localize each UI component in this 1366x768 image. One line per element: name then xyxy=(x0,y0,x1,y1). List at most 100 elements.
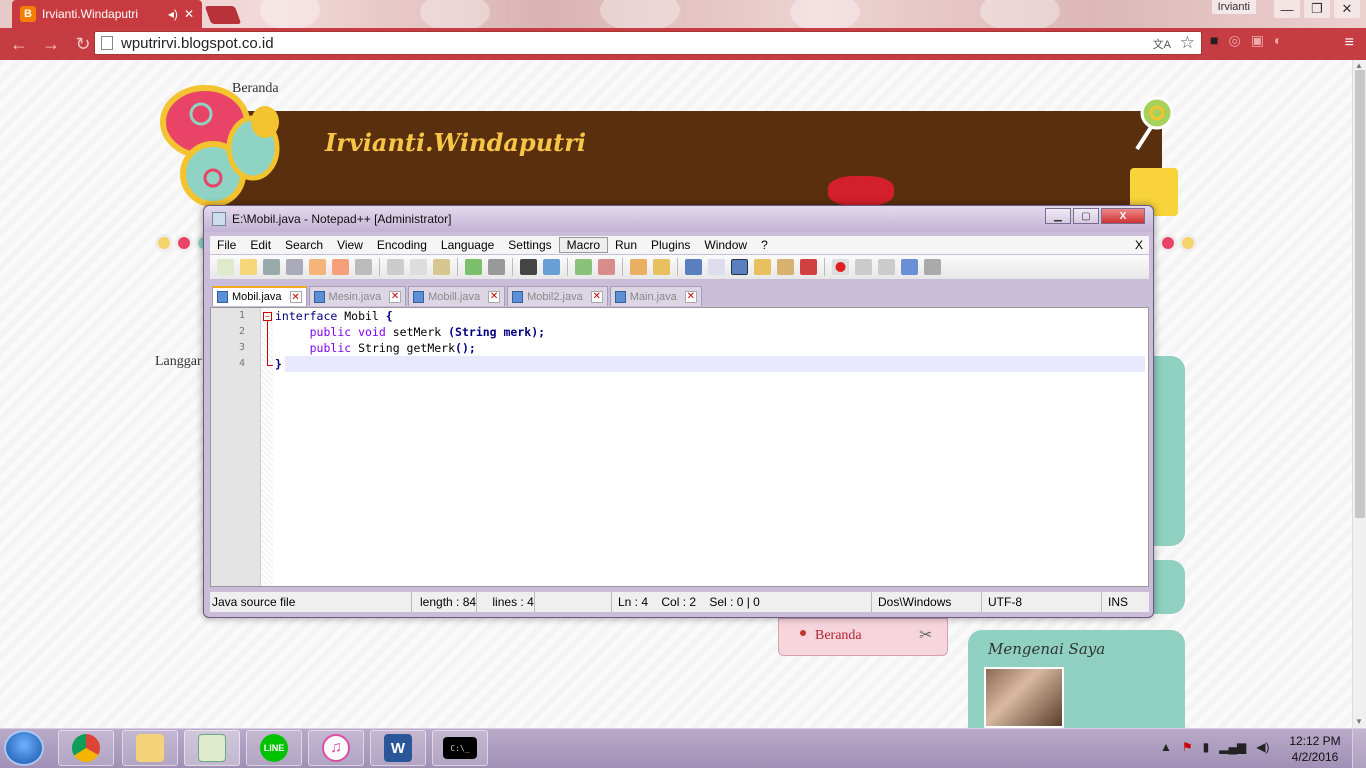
scroll-up-icon[interactable]: ▲ xyxy=(1355,61,1363,70)
taskbar-notepadpp[interactable] xyxy=(184,730,240,766)
scrollbar-thumb[interactable] xyxy=(1355,70,1365,518)
tab-mesin-java[interactable]: Mesin.java ✕ xyxy=(308,286,407,306)
start-button[interactable] xyxy=(4,730,44,766)
copy-icon[interactable] xyxy=(410,259,427,275)
pages-link-home[interactable]: Beranda xyxy=(815,628,862,644)
save-all-icon[interactable] xyxy=(286,259,303,275)
zoom-in-icon[interactable] xyxy=(575,259,592,275)
taskbar-line[interactable]: LINE xyxy=(246,730,302,766)
maximize-button[interactable]: ❐ xyxy=(1304,0,1330,18)
menu-search[interactable]: Search xyxy=(278,238,330,252)
profile-photo[interactable] xyxy=(984,667,1064,728)
show-all-chars-icon[interactable] xyxy=(708,259,725,275)
translate-icon[interactable]: 文A xyxy=(1153,36,1171,52)
indent-guide-icon[interactable] xyxy=(731,259,748,275)
tab-close-icon[interactable]: ✕ xyxy=(590,290,603,303)
open-file-icon[interactable] xyxy=(240,259,257,275)
battery-icon[interactable]: ▮ xyxy=(1203,740,1210,754)
find-icon[interactable] xyxy=(520,259,537,275)
paste-icon[interactable] xyxy=(433,259,450,275)
macro-stop-icon[interactable] xyxy=(855,259,872,275)
save-icon[interactable] xyxy=(263,259,280,275)
undo-icon[interactable] xyxy=(465,259,482,275)
npp-close-button[interactable]: X xyxy=(1101,208,1145,224)
forward-icon[interactable]: → xyxy=(38,34,64,55)
function-list-icon[interactable] xyxy=(777,259,794,275)
zoom-out-icon[interactable] xyxy=(598,259,615,275)
macro-record-icon[interactable] xyxy=(832,259,849,275)
npp-maximize-button[interactable]: ▢ xyxy=(1073,208,1099,224)
action-center-icon[interactable]: ⚑ xyxy=(1182,740,1193,754)
show-desktop-button[interactable] xyxy=(1352,729,1366,768)
chrome-menu-icon[interactable]: ≡ xyxy=(1345,34,1354,52)
extension-icon[interactable]: ◎ xyxy=(1228,32,1240,49)
sync-vertical-icon[interactable] xyxy=(630,259,647,275)
tab-main-java[interactable]: Main.java ✕ xyxy=(609,286,702,306)
blog-title[interactable]: Irvianti.Windaputri xyxy=(325,128,586,157)
word-wrap-icon[interactable] xyxy=(685,259,702,275)
close-button[interactable]: ✕ xyxy=(1334,0,1360,18)
fold-toggle-icon[interactable]: − xyxy=(263,312,272,321)
volume-icon[interactable]: ◀) xyxy=(1256,740,1269,754)
macro-save-icon[interactable] xyxy=(924,259,941,275)
tab-close-icon[interactable]: ✕ xyxy=(389,290,402,303)
scroll-down-icon[interactable]: ▼ xyxy=(1355,717,1363,726)
doc-map-icon[interactable] xyxy=(754,259,771,275)
extension-icon[interactable]: ◐ xyxy=(1274,32,1282,49)
folder-workspace-icon[interactable] xyxy=(800,259,817,275)
menu-encoding[interactable]: Encoding xyxy=(370,238,434,252)
new-tab-button[interactable] xyxy=(204,6,242,24)
taskbar-chrome[interactable] xyxy=(58,730,114,766)
close-document-button[interactable]: X xyxy=(1128,238,1149,252)
network-icon[interactable]: ▂▄▆ xyxy=(1219,740,1246,754)
menu-run[interactable]: Run xyxy=(608,238,644,252)
menu-window[interactable]: Window xyxy=(697,238,754,252)
tab-mobill-java[interactable]: Mobill.java ✕ xyxy=(408,286,506,306)
tab-mobil2-java[interactable]: Mobil2.java ✕ xyxy=(507,286,608,306)
menu-help[interactable]: ? xyxy=(754,238,775,252)
taskbar-explorer[interactable] xyxy=(122,730,178,766)
code-editor[interactable]: 1 2 3 4 − interface Mobil { public void … xyxy=(210,307,1149,587)
menu-language[interactable]: Language xyxy=(434,238,501,252)
profile-button[interactable]: Irvianti xyxy=(1211,0,1256,14)
clock[interactable]: 12:12 PM 4/2/2016 xyxy=(1282,733,1348,765)
page-scrollbar[interactable]: ▲ ▼ xyxy=(1352,60,1366,728)
menu-view[interactable]: View xyxy=(330,238,370,252)
close-file-icon[interactable] xyxy=(309,259,326,275)
bookmark-star-icon[interactable]: ☆ xyxy=(1180,33,1195,53)
menu-macro[interactable]: Macro xyxy=(558,237,608,253)
menu-plugins[interactable]: Plugins xyxy=(644,238,697,252)
redo-icon[interactable] xyxy=(488,259,505,275)
close-all-icon[interactable] xyxy=(332,259,349,275)
show-hidden-icons[interactable]: ▲ xyxy=(1160,740,1172,754)
taskbar-cmd[interactable]: C:\_ xyxy=(432,730,488,766)
extension-icon[interactable]: ▣ xyxy=(1251,32,1264,49)
tab-close-icon[interactable]: ✕ xyxy=(184,7,194,21)
macro-play-icon[interactable] xyxy=(878,259,895,275)
nav-link-home[interactable]: Beranda xyxy=(232,81,279,97)
edit-tool-icon[interactable]: ✂ xyxy=(919,625,932,645)
tab-close-icon[interactable]: ✕ xyxy=(684,290,697,303)
taskbar-itunes[interactable]: ♫ xyxy=(308,730,364,766)
extension-icon[interactable]: ■ xyxy=(1210,32,1218,49)
npp-titlebar[interactable]: E:\Mobil.java - Notepad++ [Administrator… xyxy=(204,206,1153,232)
sync-horizontal-icon[interactable] xyxy=(653,259,670,275)
tab-mobil-java[interactable]: Mobil.java ✕ xyxy=(212,286,307,306)
menu-edit[interactable]: Edit xyxy=(243,238,278,252)
print-icon[interactable] xyxy=(355,259,372,275)
minimize-button[interactable]: — xyxy=(1274,0,1300,18)
replace-icon[interactable] xyxy=(543,259,560,275)
macro-run-multiple-icon[interactable] xyxy=(901,259,918,275)
reload-icon[interactable]: ↻ xyxy=(70,34,96,55)
tab-close-icon[interactable]: ✕ xyxy=(488,290,501,303)
taskbar-word[interactable]: W xyxy=(370,730,426,766)
back-icon[interactable]: ← xyxy=(6,34,32,55)
npp-minimize-button[interactable]: ▁ xyxy=(1045,208,1071,224)
browser-tab-active[interactable]: B Irvianti.Windaputri ◂) ✕ xyxy=(12,0,202,28)
address-bar[interactable]: wputrirvi.blogspot.co.id 文A ☆ xyxy=(94,31,1202,55)
tab-close-icon[interactable]: ✕ xyxy=(289,291,302,303)
new-file-icon[interactable] xyxy=(217,259,234,275)
menu-settings[interactable]: Settings xyxy=(501,238,558,252)
cut-icon[interactable] xyxy=(387,259,404,275)
menu-file[interactable]: File xyxy=(210,238,243,252)
